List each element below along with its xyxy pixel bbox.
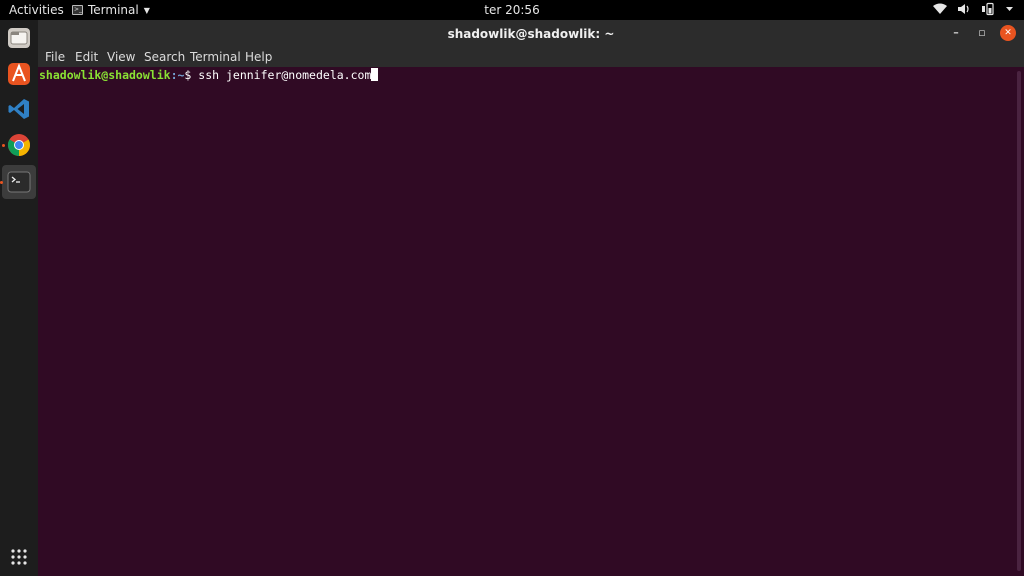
- terminal-output[interactable]: shadowlik@shadowlik:~$ ssh jennifer@nome…: [38, 67, 1014, 576]
- menu-view[interactable]: View: [107, 50, 135, 64]
- running-indicator: [2, 144, 5, 147]
- wifi-icon: [933, 3, 947, 14]
- volume-icon: [958, 4, 969, 14]
- dock-item-software[interactable]: [2, 57, 36, 91]
- text-cursor: [371, 68, 379, 81]
- scrollbar[interactable]: [1014, 67, 1024, 576]
- window-titlebar[interactable]: shadowlik@shadowlik: ~ – ▫ ✕: [38, 20, 1024, 47]
- menu-bar: File Edit View Search Terminal Help: [38, 47, 1024, 67]
- menu-file[interactable]: File: [45, 50, 65, 64]
- menu-search[interactable]: Search: [144, 50, 185, 64]
- chrome-icon: [8, 134, 30, 156]
- menu-help[interactable]: Help: [245, 50, 272, 64]
- close-button[interactable]: ✕: [1000, 25, 1016, 41]
- system-menu-caret-icon: [1006, 7, 1013, 11]
- maximize-button[interactable]: ▫: [974, 25, 990, 41]
- vscode-icon: [8, 99, 29, 119]
- dock-item-vscode[interactable]: [2, 92, 36, 126]
- dock: [0, 20, 38, 576]
- terminal-icon: [7, 171, 31, 193]
- window-title: shadowlik@shadowlik: ~: [447, 27, 615, 41]
- prompt-path: :~: [170, 68, 185, 82]
- top-bar: Activities >_ Terminal ▼ ter 20:56: [0, 0, 1024, 20]
- dock-item-terminal[interactable]: [0, 165, 36, 199]
- grid-icon: [11, 549, 27, 565]
- dock-item-chrome[interactable]: [2, 128, 36, 162]
- show-applications-button[interactable]: [2, 540, 36, 574]
- terminal-window: shadowlik@shadowlik: ~ – ▫ ✕ File Edit V…: [38, 20, 1024, 576]
- minimize-button[interactable]: –: [948, 25, 964, 41]
- menu-terminal[interactable]: Terminal: [190, 50, 241, 64]
- running-indicator: [0, 181, 3, 184]
- scrollbar-thumb[interactable]: [1017, 71, 1021, 571]
- system-tray[interactable]: [933, 2, 1014, 16]
- menu-edit[interactable]: Edit: [75, 50, 98, 64]
- files-icon: [8, 28, 30, 48]
- prompt-user-host: shadowlik@shadowlik: [39, 68, 171, 82]
- command-text: ssh jennifer@nomedela.com: [191, 68, 372, 82]
- battery-icon: [982, 2, 994, 16]
- dock-item-files[interactable]: [2, 21, 36, 55]
- software-icon: [8, 63, 30, 85]
- clock[interactable]: ter 20:56: [0, 3, 1024, 17]
